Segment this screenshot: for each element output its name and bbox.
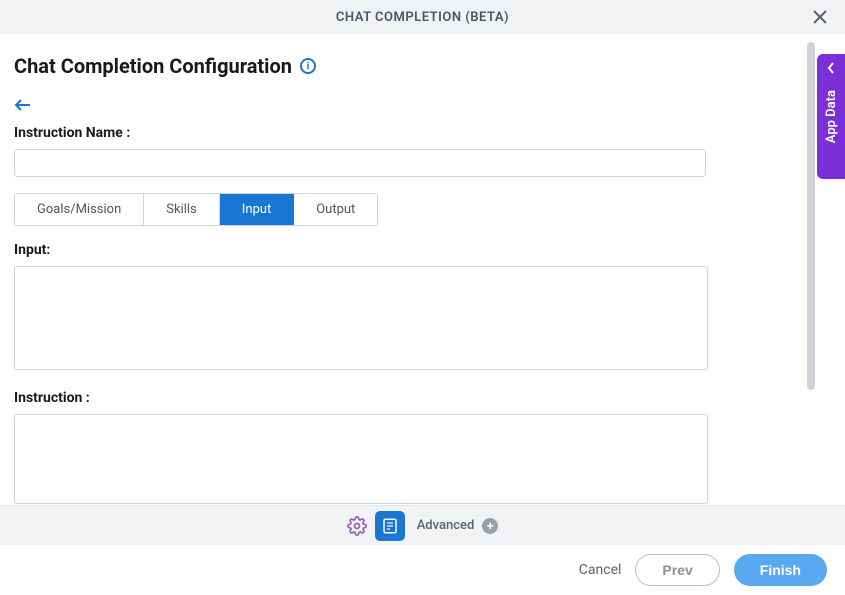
instruction-label: Instruction : bbox=[14, 390, 825, 406]
instruction-name-label: Instruction Name : bbox=[14, 125, 825, 141]
info-icon[interactable]: i bbox=[300, 58, 316, 74]
cancel-button[interactable]: Cancel bbox=[579, 562, 622, 578]
tab-goals-mission[interactable]: Goals/Mission bbox=[15, 194, 144, 225]
document-icon[interactable] bbox=[375, 511, 405, 541]
toolbar-row: Advanced + bbox=[0, 505, 845, 545]
finish-button[interactable]: Finish bbox=[734, 554, 827, 586]
action-row: Cancel Prev Finish bbox=[0, 545, 845, 595]
chevron-left-icon bbox=[827, 62, 835, 78]
prev-button[interactable]: Prev bbox=[635, 554, 719, 586]
main-content: Chat Completion Configuration i Instruct… bbox=[0, 34, 845, 505]
footer: Advanced + Cancel Prev Finish bbox=[0, 505, 845, 595]
tab-skills[interactable]: Skills bbox=[144, 194, 220, 225]
instruction-name-input[interactable] bbox=[14, 149, 706, 177]
tab-input[interactable]: Input bbox=[220, 194, 294, 225]
page-title: Chat Completion Configuration bbox=[14, 54, 292, 78]
close-icon[interactable] bbox=[811, 8, 829, 26]
dialog-title: CHAT COMPLETION (BETA) bbox=[336, 10, 509, 25]
add-icon[interactable]: + bbox=[482, 518, 498, 534]
input-label: Input: bbox=[14, 242, 825, 258]
tabs-container: Goals/Mission Skills Input Output bbox=[14, 193, 378, 226]
advanced-label: Advanced bbox=[417, 518, 475, 533]
input-textarea[interactable] bbox=[14, 266, 708, 370]
sidebar-tab-label: App Data bbox=[824, 90, 839, 143]
gear-icon[interactable] bbox=[347, 516, 367, 536]
scrollbar[interactable] bbox=[807, 42, 815, 390]
instruction-textarea[interactable] bbox=[14, 414, 708, 504]
app-data-sidebar-tab[interactable]: App Data bbox=[817, 54, 845, 179]
tab-output[interactable]: Output bbox=[294, 194, 377, 225]
dialog-header: CHAT COMPLETION (BETA) bbox=[0, 0, 845, 34]
page-title-row: Chat Completion Configuration i bbox=[14, 54, 825, 78]
back-arrow-icon[interactable] bbox=[14, 96, 32, 117]
